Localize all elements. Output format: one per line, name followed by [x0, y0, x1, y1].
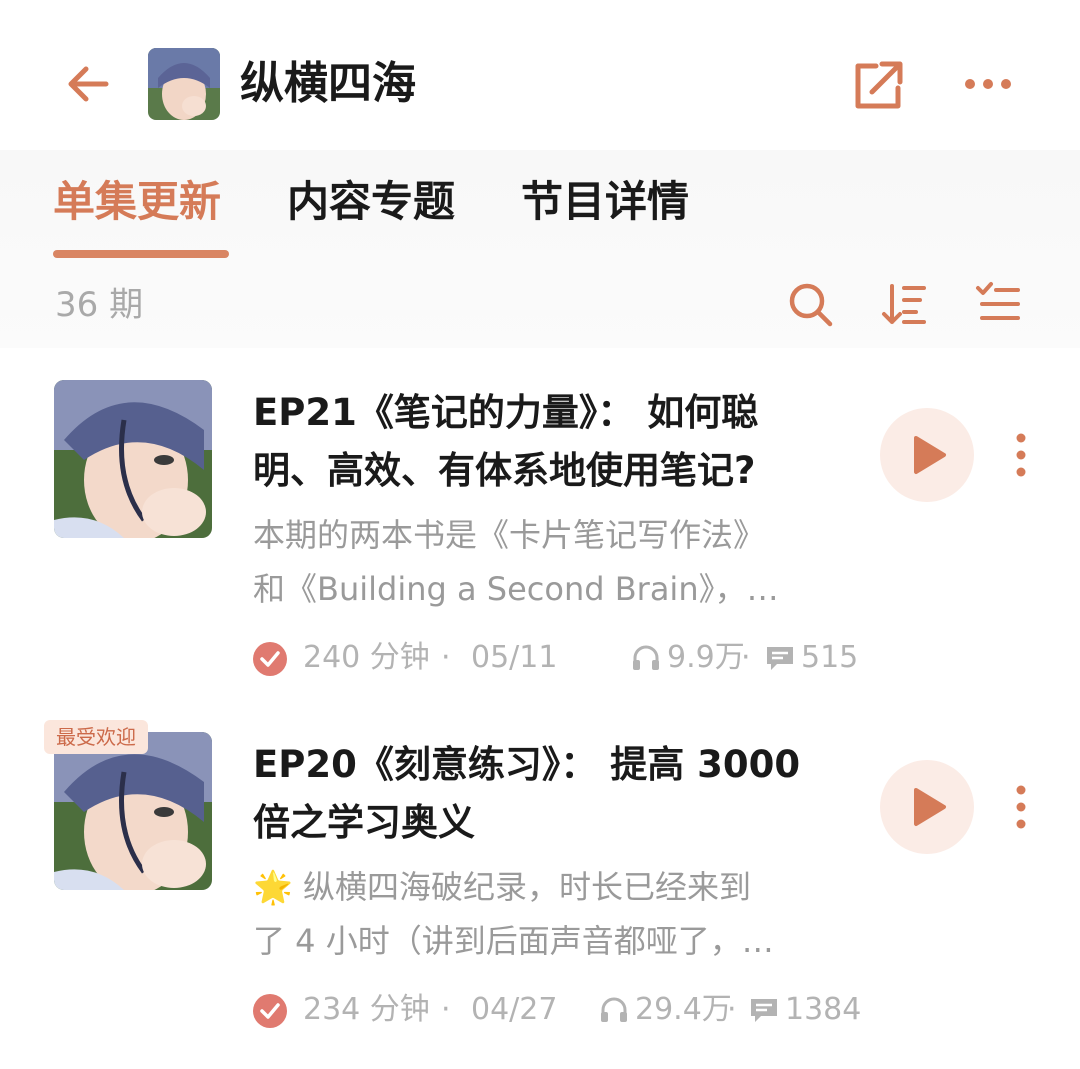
list-item[interactable]: EP21《笔记的力量》： 如何聪 明、高效、有体系地使用笔记? 本期的两本书是《… — [0, 348, 1080, 700]
episode-count: 36 期 — [55, 285, 144, 325]
share-icon[interactable] — [850, 58, 906, 112]
arrow-left-icon[interactable] — [62, 58, 114, 110]
more-horizontal-icon[interactable] — [962, 66, 1014, 102]
headphones-icon — [633, 645, 659, 670]
tab-topics[interactable]: 内容专题 — [287, 176, 455, 228]
top-bar: 纵横四海 — [0, 0, 1080, 150]
headphones-icon — [601, 997, 627, 1022]
popular-badge: 最受欢迎 — [44, 720, 148, 754]
comment-icon — [751, 999, 777, 1022]
tabs-section: 单集更新 内容专题 节目详情 36 期 — [0, 150, 1080, 348]
episode-duration: 234 分钟 — [303, 992, 430, 1027]
podcast-title: 纵横四海 — [240, 58, 416, 109]
play-count: 9.9万 — [667, 640, 745, 675]
episode-description: 🌟 纵横四海破纪录，时长已经来到 了 4 小时（讲到后面声音都哑了，… — [253, 868, 774, 960]
comment-count: 1384 — [785, 992, 862, 1027]
meta-separator: · — [741, 640, 751, 675]
play-button[interactable] — [880, 760, 974, 854]
search-icon[interactable] — [786, 280, 834, 328]
play-button[interactable] — [880, 408, 974, 502]
podcast-avatar[interactable] — [148, 48, 220, 120]
tab-episodes[interactable]: 单集更新 — [53, 176, 221, 228]
episode-cover — [54, 732, 212, 890]
episode-duration: 240 分钟 — [303, 640, 430, 675]
play-count: 29.4万 — [635, 992, 732, 1027]
meta-separator: · — [441, 992, 451, 1027]
comment-count: 515 — [801, 640, 859, 675]
active-tab-indicator — [53, 250, 229, 258]
comment-icon — [767, 647, 793, 670]
play-icon — [914, 788, 946, 826]
meta-separator: · — [441, 640, 451, 675]
tab-details[interactable]: 节目详情 — [521, 176, 689, 228]
episode-meta: 234 分钟 · 04/27 29.4万 · 1384 — [253, 990, 863, 1030]
episode-description: 本期的两本书是《卡片笔记写作法》 和《Building a Second Bra… — [253, 516, 779, 608]
meta-separator: · — [727, 992, 737, 1027]
play-icon — [914, 436, 946, 474]
episode-title[interactable]: EP21《笔记的力量》： 如何聪 明、高效、有体系地使用笔记? — [253, 384, 853, 500]
list-item[interactable]: 最受欢迎 EP20《刻意练习》： 提高 3000 倍之学习奥义 🌟 纵横四海破纪… — [0, 700, 1080, 1052]
episode-date: 04/27 — [471, 992, 558, 1027]
more-vertical-icon[interactable] — [1008, 432, 1034, 478]
played-check-icon — [253, 994, 287, 1028]
more-vertical-icon[interactable] — [1008, 784, 1034, 830]
episode-cover — [54, 380, 212, 538]
multi-select-icon[interactable] — [974, 280, 1022, 328]
episode-meta: 240 分钟 · 05/11 9.9万 · 515 — [253, 638, 863, 678]
sort-icon[interactable] — [880, 280, 928, 328]
played-check-icon — [253, 642, 287, 676]
episode-date: 05/11 — [471, 640, 558, 675]
episode-title[interactable]: EP20《刻意练习》： 提高 3000 倍之学习奥义 — [253, 736, 853, 852]
